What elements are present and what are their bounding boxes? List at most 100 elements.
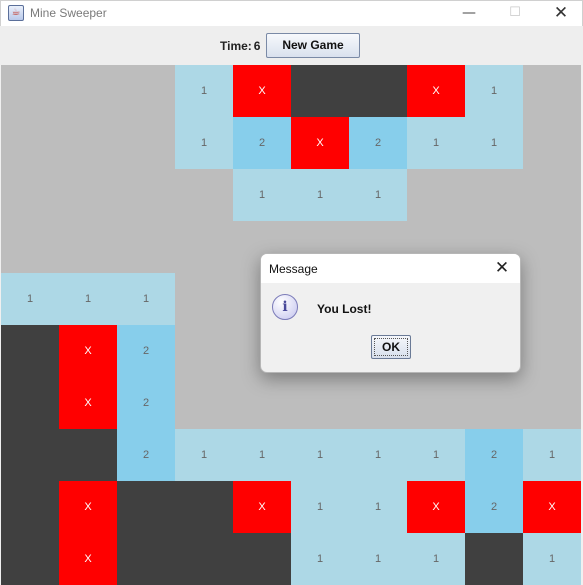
dialog-title: Message: [269, 262, 318, 276]
hidden-cell[interactable]: [523, 325, 581, 377]
number-cell[interactable]: 1: [349, 533, 407, 585]
hidden-cell[interactable]: [59, 65, 117, 117]
number-cell[interactable]: 1: [233, 169, 291, 221]
mine-cell[interactable]: X: [407, 65, 465, 117]
number-cell[interactable]: 1: [523, 533, 581, 585]
dark-cell[interactable]: [175, 481, 233, 533]
hidden-cell[interactable]: [523, 221, 581, 273]
time-value: 6: [253, 39, 261, 53]
dialog-message: You Lost!: [317, 302, 372, 316]
dark-cell[interactable]: [465, 533, 523, 585]
time-label: Time:: [220, 39, 252, 53]
mine-cell[interactable]: X: [523, 481, 581, 533]
mine-cell[interactable]: X: [291, 117, 349, 169]
hidden-cell[interactable]: [175, 325, 233, 377]
number-cell[interactable]: 1: [117, 273, 175, 325]
dark-cell[interactable]: [233, 533, 291, 585]
number-cell[interactable]: 2: [465, 429, 523, 481]
hidden-cell[interactable]: [59, 169, 117, 221]
dark-cell[interactable]: [349, 65, 407, 117]
close-window-button[interactable]: ✕: [538, 1, 583, 25]
number-cell[interactable]: 2: [117, 377, 175, 429]
hidden-cell[interactable]: [175, 169, 233, 221]
dialog-close-button[interactable]: ✕: [490, 256, 514, 280]
mine-cell[interactable]: X: [59, 377, 117, 429]
number-cell[interactable]: 2: [117, 325, 175, 377]
number-cell[interactable]: 1: [175, 117, 233, 169]
hidden-cell[interactable]: [175, 377, 233, 429]
hidden-cell[interactable]: [523, 169, 581, 221]
number-cell[interactable]: 1: [59, 273, 117, 325]
number-cell[interactable]: 1: [233, 429, 291, 481]
number-cell[interactable]: 1: [349, 429, 407, 481]
hidden-cell[interactable]: [523, 377, 581, 429]
minimize-button[interactable]: —: [446, 1, 492, 25]
hidden-cell[interactable]: [1, 221, 59, 273]
hidden-cell[interactable]: [117, 169, 175, 221]
mine-cell[interactable]: X: [233, 481, 291, 533]
dark-cell[interactable]: [175, 533, 233, 585]
hidden-cell[interactable]: [1, 169, 59, 221]
dark-cell[interactable]: [1, 533, 59, 585]
number-cell[interactable]: 1: [349, 481, 407, 533]
number-cell[interactable]: 1: [1, 273, 59, 325]
number-cell[interactable]: 1: [291, 169, 349, 221]
hidden-cell[interactable]: [117, 221, 175, 273]
hidden-cell[interactable]: [117, 117, 175, 169]
number-cell[interactable]: 1: [175, 429, 233, 481]
dark-cell[interactable]: [1, 325, 59, 377]
hidden-cell[interactable]: [291, 377, 349, 429]
number-cell[interactable]: 1: [291, 533, 349, 585]
info-icon: i: [272, 294, 298, 320]
hidden-cell[interactable]: [523, 273, 581, 325]
hidden-cell[interactable]: [175, 221, 233, 273]
hidden-cell[interactable]: [59, 117, 117, 169]
hidden-cell[interactable]: [1, 117, 59, 169]
dark-cell[interactable]: [291, 65, 349, 117]
hidden-cell[interactable]: [59, 221, 117, 273]
number-cell[interactable]: 1: [291, 481, 349, 533]
number-cell[interactable]: 1: [465, 65, 523, 117]
number-cell[interactable]: 1: [407, 429, 465, 481]
number-cell[interactable]: 1: [407, 533, 465, 585]
number-cell[interactable]: 2: [349, 117, 407, 169]
number-cell[interactable]: 1: [175, 65, 233, 117]
hidden-cell[interactable]: [465, 377, 523, 429]
hidden-cell[interactable]: [523, 117, 581, 169]
hidden-cell[interactable]: [233, 377, 291, 429]
hidden-cell[interactable]: [349, 377, 407, 429]
number-cell[interactable]: 1: [407, 117, 465, 169]
java-cup-icon: ☕: [8, 5, 24, 21]
ok-button[interactable]: OK: [371, 335, 411, 359]
maximize-button[interactable]: ☐: [492, 1, 538, 25]
dark-cell[interactable]: [59, 429, 117, 481]
mine-cell[interactable]: X: [59, 325, 117, 377]
mine-cell[interactable]: X: [233, 65, 291, 117]
number-cell[interactable]: 1: [349, 169, 407, 221]
mine-cell[interactable]: X: [407, 481, 465, 533]
hidden-cell[interactable]: [523, 65, 581, 117]
number-cell[interactable]: 2: [233, 117, 291, 169]
dark-cell[interactable]: [1, 481, 59, 533]
number-cell[interactable]: 2: [465, 481, 523, 533]
hidden-cell[interactable]: [407, 377, 465, 429]
number-cell[interactable]: 2: [117, 429, 175, 481]
dark-cell[interactable]: [1, 429, 59, 481]
hidden-cell[interactable]: [175, 273, 233, 325]
number-cell[interactable]: 1: [291, 429, 349, 481]
hidden-cell[interactable]: [407, 169, 465, 221]
window-titlebar: ☕ Mine Sweeper — ☐ ✕: [0, 0, 583, 26]
mine-cell[interactable]: X: [59, 481, 117, 533]
game-toolbar: Time: 6 New Game: [0, 26, 583, 65]
dark-cell[interactable]: [117, 481, 175, 533]
dark-cell[interactable]: [117, 533, 175, 585]
new-game-button[interactable]: New Game: [266, 33, 360, 58]
number-cell[interactable]: 1: [523, 429, 581, 481]
hidden-cell[interactable]: [1, 65, 59, 117]
hidden-cell[interactable]: [117, 65, 175, 117]
number-cell[interactable]: 1: [465, 117, 523, 169]
hidden-cell[interactable]: [465, 169, 523, 221]
dark-cell[interactable]: [1, 377, 59, 429]
message-dialog: Message ✕ i You Lost! OK: [260, 253, 521, 373]
mine-cell[interactable]: X: [59, 533, 117, 585]
